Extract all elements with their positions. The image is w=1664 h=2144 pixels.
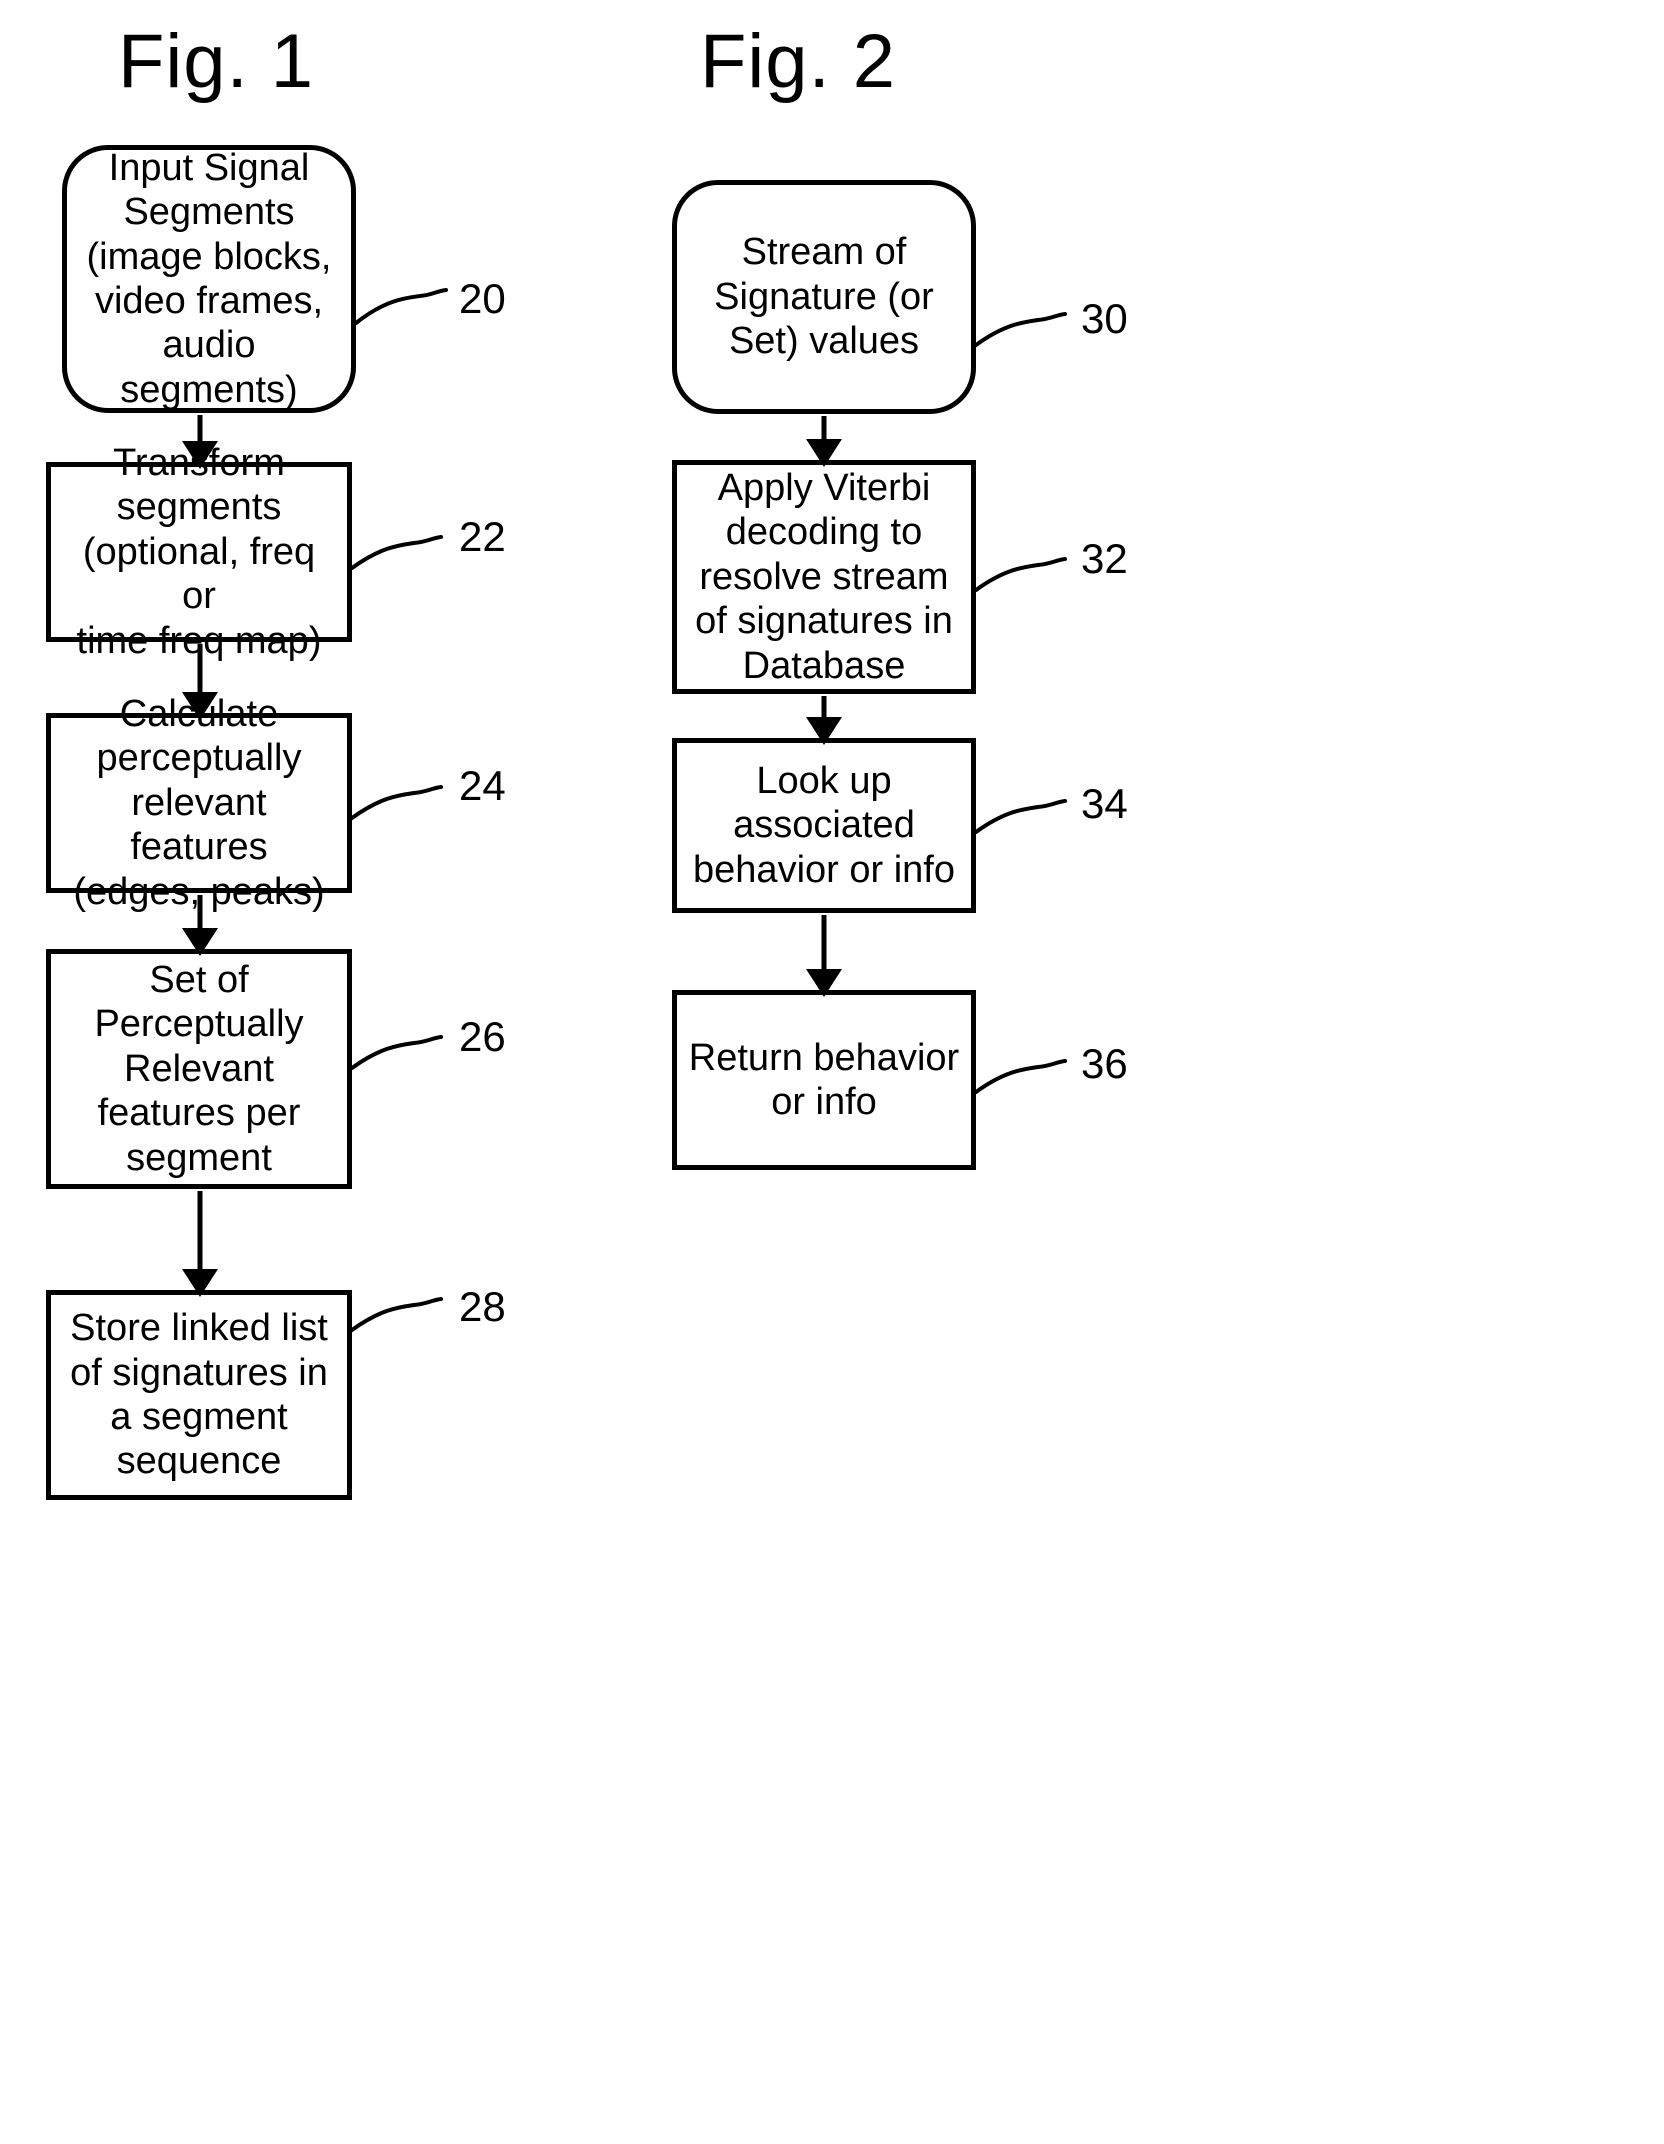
figure-1-title: Fig. 1 [118, 19, 315, 104]
figure-2-title: Fig. 2 [700, 19, 897, 104]
fig2-node-34: Look up associated behavior or info [672, 738, 976, 913]
fig2-ref-36: 36 [1081, 1040, 1128, 1087]
patent-figure-sheet: Fig. 1 Fig. 2 Input Signal Segments (ima… [0, 0, 1664, 2144]
fig1-node-20-label: Input Signal Segments (image blocks, vid… [86, 146, 332, 411]
fig1-node-24-label: Calculate perceptually relevant features… [73, 692, 325, 913]
fig1-node-22-label: Transform segments (optional, freq or ti… [76, 441, 322, 662]
fig2-node-32: Apply Viterbi decoding to resolve stream… [672, 460, 976, 694]
fig1-ref-22: 22 [459, 513, 506, 560]
fig2-node-34-label: Look up associated behavior or info [693, 759, 955, 891]
fig2-ref-32: 32 [1081, 535, 1128, 582]
fig1-ref-24: 24 [459, 762, 506, 809]
fig2-leader-lines [974, 312, 1067, 1094]
fig1-ref-26: 26 [459, 1013, 506, 1060]
fig1-node-28-label: Store linked list of signatures in a seg… [70, 1307, 328, 1483]
fig1-node-26: Set of Perceptually Relevant features pe… [46, 949, 352, 1189]
fig2-ref-34: 34 [1081, 780, 1128, 827]
fig2-node-36: Return behavior or info [672, 990, 976, 1170]
fig1-node-22: Transform segments (optional, freq or ti… [46, 442, 352, 662]
fig1-ref-20: 20 [459, 275, 506, 322]
fig1-leader-lines [350, 288, 448, 1332]
fig2-node-32-label: Apply Viterbi decoding to resolve stream… [695, 466, 953, 687]
fig2-node-30: Stream of Signature (or Set) values [672, 180, 976, 414]
fig1-node-20: Input Signal Segments (image blocks, vid… [62, 145, 356, 413]
fig1-node-24: Calculate perceptually relevant features… [46, 693, 352, 913]
fig1-ref-28: 28 [459, 1283, 506, 1330]
fig2-node-30-label: Stream of Signature (or Set) values [714, 231, 934, 363]
fig1-node-26-label: Set of Perceptually Relevant features pe… [94, 958, 304, 1179]
fig2-node-36-label: Return behavior or info [688, 1036, 960, 1123]
fig2-ref-30: 30 [1081, 295, 1128, 342]
fig1-node-28: Store linked list of signatures in a seg… [46, 1290, 352, 1500]
